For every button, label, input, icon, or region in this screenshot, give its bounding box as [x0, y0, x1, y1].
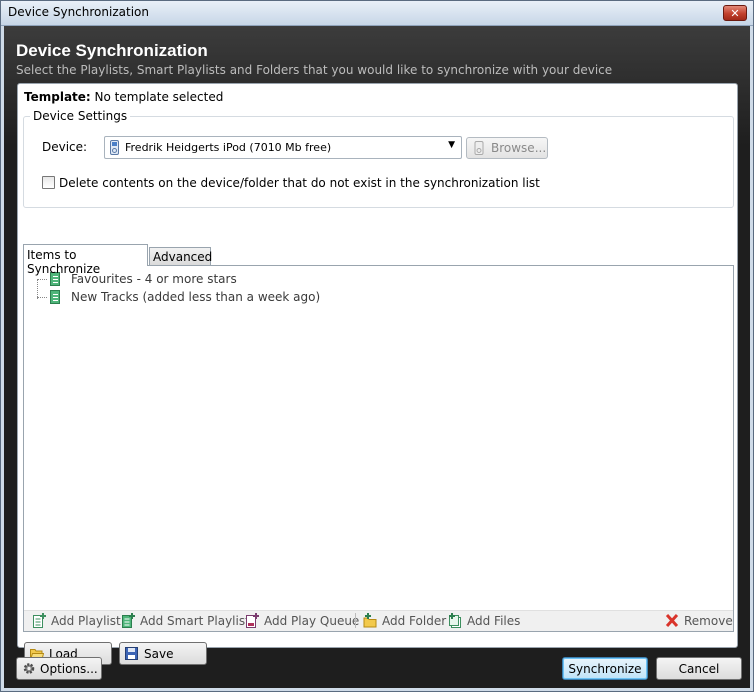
add-playlist-icon	[33, 613, 46, 628]
add-folder-icon	[363, 613, 377, 628]
list-item-label: New Tracks (added less than a week ago)	[71, 290, 321, 304]
title-bar: Device Synchronization ✕	[1, 1, 753, 26]
tab-advanced-label: Advanced	[153, 250, 213, 264]
sync-panel: Template: No template selected Device Se…	[17, 83, 738, 665]
sync-window: Device Synchronization ✕ Device Synchron…	[0, 0, 754, 692]
ipod-icon	[110, 140, 119, 155]
synchronize-button-label: Synchronize	[568, 662, 642, 676]
cancel-button-label: Cancel	[678, 662, 720, 676]
chevron-down-icon: ▼	[448, 140, 455, 150]
tab-items-to-synchronize-label: Items to Synchronize	[27, 248, 101, 276]
remove-label: Remove	[684, 614, 733, 628]
dialog-body: Device Synchronization Select the Playli…	[4, 26, 750, 688]
cancel-button[interactable]: Cancel	[656, 657, 742, 680]
tree-connector	[37, 279, 47, 280]
delete-contents-label[interactable]: Delete contents on the device/folder tha…	[59, 176, 540, 190]
save-button[interactable]: Save	[119, 642, 207, 665]
add-folder-label: Add Folder	[382, 614, 447, 628]
add-smart-playlist-label: Add Smart Playlist	[140, 614, 250, 628]
device-label: Device:	[42, 140, 88, 154]
tab-items-to-synchronize[interactable]: Items to Synchronize	[23, 244, 148, 276]
template-row: Template: No template selected	[24, 90, 223, 104]
browse-button-label: Browse...	[491, 141, 547, 155]
device-settings-legend: Device Settings	[30, 109, 131, 123]
add-smart-playlist-icon	[122, 613, 135, 628]
add-playlist-label: Add Playlist	[51, 614, 121, 628]
template-label: Template:	[24, 90, 91, 104]
close-button[interactable]: ✕	[723, 5, 747, 21]
sync-items-list: Favourites - 4 or more stars New Tracks …	[23, 265, 734, 632]
device-select-value: Fredrik Heidgerts iPod (7010 Mb free)	[125, 141, 332, 154]
list-toolbar: Add Playlist Add Smart Playlist Add Play…	[24, 610, 733, 631]
delete-contents-checkbox[interactable]	[42, 176, 55, 189]
save-button-label: Save	[144, 647, 174, 661]
gear-icon	[23, 663, 35, 674]
options-button-label: Options...	[40, 662, 98, 676]
add-play-queue-label: Add Play Queue	[264, 614, 360, 628]
floppy-disk-icon	[125, 647, 138, 660]
tree-connector	[37, 297, 47, 298]
template-value: No template selected	[94, 90, 224, 104]
ipod-disabled-icon	[474, 141, 484, 155]
dialog-title: Device Synchronization	[16, 41, 208, 60]
toolbar-divider	[355, 613, 356, 628]
add-files-icon	[449, 613, 461, 628]
device-select[interactable]: Fredrik Heidgerts iPod (7010 Mb free) ▼	[104, 136, 462, 159]
dialog-subtitle: Select the Playlists, Smart Playlists an…	[16, 63, 613, 77]
window-title: Device Synchronization	[8, 5, 149, 19]
synchronize-button[interactable]: Synchronize	[562, 657, 648, 680]
add-play-queue-icon	[246, 613, 259, 628]
remove-icon	[665, 613, 679, 628]
close-icon: ✕	[730, 7, 740, 20]
smart-playlist-icon	[50, 290, 60, 304]
tab-advanced[interactable]: Advanced	[149, 247, 213, 266]
tree-connector	[37, 279, 38, 299]
browse-button[interactable]: Browse...	[466, 137, 548, 159]
options-button[interactable]: Options...	[16, 657, 102, 680]
add-files-label: Add Files	[467, 614, 521, 628]
device-settings-group: Device Settings Device: Fredrik Heidgert…	[23, 109, 734, 208]
